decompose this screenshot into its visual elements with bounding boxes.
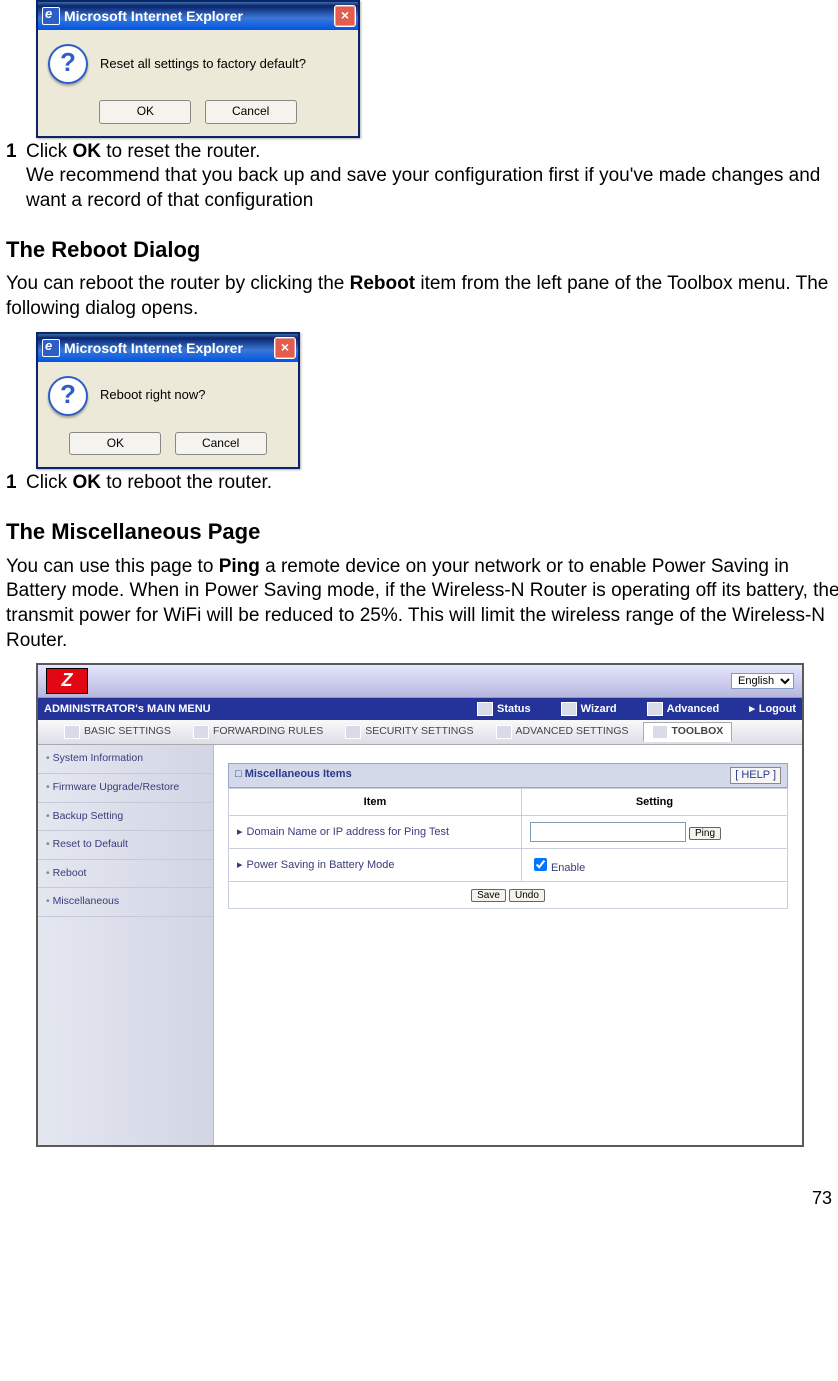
advanced-settings-icon xyxy=(496,725,512,739)
router-content: □ Miscellaneous Items [ HELP ] Item Sett… xyxy=(214,745,802,1145)
sidebar-item-sysinfo[interactable]: System Information xyxy=(38,745,213,774)
panel-title: □ Miscellaneous Items [ HELP ] xyxy=(228,763,788,787)
cancel-button[interactable]: Cancel xyxy=(175,432,267,456)
reboot-heading: The Reboot Dialog xyxy=(6,236,838,265)
row-ping-setting: Ping xyxy=(521,815,787,848)
misc-paragraph: You can use this page to Ping a remote d… xyxy=(6,555,838,654)
router-sidebar: System Information Firmware Upgrade/Rest… xyxy=(38,745,214,1145)
dialog-buttons: OK Cancel xyxy=(38,92,358,136)
question-icon: ? xyxy=(48,376,88,416)
basic-icon xyxy=(64,725,80,739)
reboot-paragraph: You can reboot the router by clicking th… xyxy=(6,272,838,321)
dialog-message: Reboot right now? xyxy=(100,387,206,404)
save-button[interactable]: Save xyxy=(471,889,506,902)
step-text: Click OK to reset the router. We recomme… xyxy=(26,140,838,214)
admin-menu-title: ADMINISTRATOR's MAIN MENU xyxy=(44,702,447,716)
dialog-title: Microsoft Internet Explorer xyxy=(64,7,334,25)
nav-wizard[interactable]: Wizard xyxy=(561,702,617,716)
tab-toolbox[interactable]: TOOLBOX xyxy=(643,722,733,742)
ie-icon xyxy=(42,339,60,357)
step-number: 1 xyxy=(6,140,26,214)
wizard-icon xyxy=(561,702,577,716)
step-2: 1 Click OK to reboot the router. xyxy=(6,471,838,496)
advanced-icon xyxy=(647,702,663,716)
router-navbar: ADMINISTRATOR's MAIN MENU Status Wizard … xyxy=(38,698,802,720)
misc-heading: The Miscellaneous Page xyxy=(6,518,838,547)
dialog-body: ? Reboot right now? xyxy=(38,362,298,424)
misc-table: Item Setting ▸Domain Name or IP address … xyxy=(228,788,788,910)
nav-logout[interactable]: ▸ Logout xyxy=(749,702,796,716)
dialog-body: ? Reset all settings to factory default? xyxy=(38,30,358,92)
reset-dialog: Microsoft Internet Explorer × ? Reset al… xyxy=(36,0,360,138)
save-row: Save Undo xyxy=(229,882,788,909)
cancel-button[interactable]: Cancel xyxy=(205,100,297,124)
tab-security[interactable]: SECURITY SETTINGS xyxy=(337,723,481,741)
row-power-setting: Enable xyxy=(521,848,787,881)
sidebar-item-reboot[interactable]: Reboot xyxy=(38,860,213,889)
step-1: 1 Click OK to reset the router. We recom… xyxy=(6,140,838,214)
sidebar-item-backup[interactable]: Backup Setting xyxy=(38,803,213,832)
col-item: Item xyxy=(229,788,522,815)
language-select[interactable]: English xyxy=(731,673,794,689)
nav-advanced[interactable]: Advanced xyxy=(647,702,720,716)
router-tabbar: BASIC SETTINGS FORWARDING RULES SECURITY… xyxy=(38,720,802,745)
security-icon xyxy=(345,725,361,739)
enable-checkbox[interactable] xyxy=(534,858,547,871)
question-icon: ? xyxy=(48,44,88,84)
row-power-label: ▸Power Saving in Battery Mode xyxy=(229,848,522,881)
nav-status[interactable]: Status xyxy=(477,702,531,716)
tab-forwarding[interactable]: FORWARDING RULES xyxy=(185,723,331,741)
router-main: System Information Firmware Upgrade/Rest… xyxy=(38,745,802,1145)
zoom-logo: Z xyxy=(46,668,88,694)
sidebar-item-reset[interactable]: Reset to Default xyxy=(38,831,213,860)
ping-button[interactable]: Ping xyxy=(689,827,721,840)
close-icon[interactable]: × xyxy=(274,337,296,359)
dialog-message: Reset all settings to factory default? xyxy=(100,56,306,73)
dialog-titlebar: Microsoft Internet Explorer × xyxy=(38,2,358,30)
ok-button[interactable]: OK xyxy=(69,432,161,456)
ok-button[interactable]: OK xyxy=(99,100,191,124)
help-link[interactable]: [ HELP ] xyxy=(730,767,781,783)
dialog-titlebar: Microsoft Internet Explorer × xyxy=(38,334,298,362)
col-setting: Setting xyxy=(521,788,787,815)
dialog-title: Microsoft Internet Explorer xyxy=(64,339,274,357)
row-ping-label: ▸Domain Name or IP address for Ping Test xyxy=(229,815,522,848)
undo-button[interactable]: Undo xyxy=(509,889,545,902)
status-icon xyxy=(477,702,493,716)
sidebar-item-firmware[interactable]: Firmware Upgrade/Restore xyxy=(38,774,213,803)
ie-icon xyxy=(42,7,60,25)
router-admin-screenshot: Z English ADMINISTRATOR's MAIN MENU Stat… xyxy=(36,663,804,1147)
tab-advanced-settings[interactable]: ADVANCED SETTINGS xyxy=(488,723,637,741)
ping-input[interactable] xyxy=(530,822,686,842)
close-icon[interactable]: × xyxy=(334,5,356,27)
forwarding-icon xyxy=(193,725,209,739)
page-number: 73 xyxy=(6,1187,838,1210)
sidebar-item-misc[interactable]: Miscellaneous xyxy=(38,888,213,917)
router-topbar: Z English xyxy=(38,665,802,698)
toolbox-icon xyxy=(652,725,668,739)
dialog-buttons: OK Cancel xyxy=(38,424,298,468)
reboot-dialog: Microsoft Internet Explorer × ? Reboot r… xyxy=(36,332,300,470)
tab-basic[interactable]: BASIC SETTINGS xyxy=(56,723,179,741)
step-text: Click OK to reboot the router. xyxy=(26,471,838,496)
step-number: 1 xyxy=(6,471,26,496)
